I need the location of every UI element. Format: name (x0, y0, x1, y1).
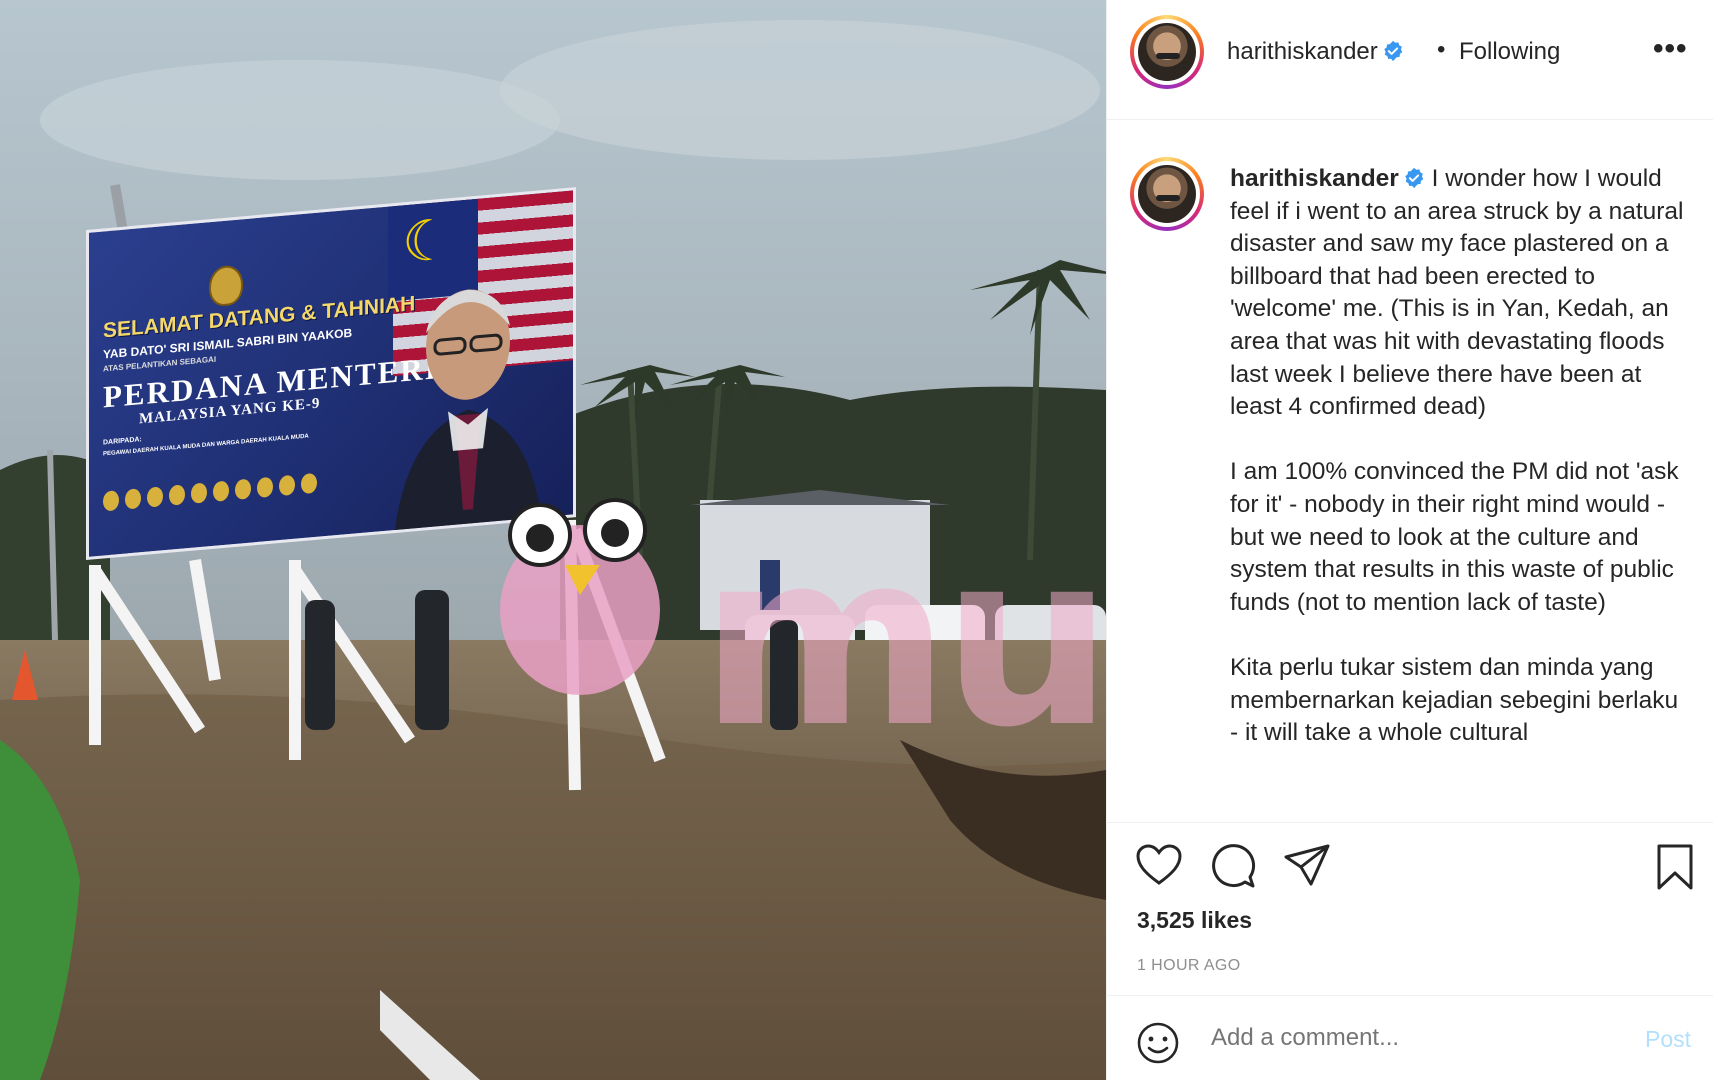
crest-icon (209, 264, 243, 308)
timestamp[interactable]: 1 HOUR AGO (1137, 957, 1241, 975)
post-comment-button[interactable]: Post (1645, 1026, 1691, 1053)
caption-text: harithiskander I wonder how I would feel… (1230, 163, 1685, 750)
billboard-logos (103, 472, 317, 512)
username-link[interactable]: harithiskander (1227, 38, 1404, 66)
more-options-icon[interactable]: ••• (1653, 32, 1688, 66)
comment-icon[interactable] (1209, 842, 1257, 890)
post-actions: 3,525 likes 1 HOUR AGO Post (1107, 822, 1713, 1080)
verified-badge-icon (1405, 167, 1424, 189)
emoji-icon[interactable] (1136, 1021, 1180, 1065)
caption-avatar[interactable] (1130, 157, 1204, 231)
separator-dot: • (1437, 36, 1446, 63)
watermark-text: murai (700, 500, 1106, 780)
following-button[interactable]: Following (1459, 38, 1560, 66)
caption-area: harithiskander I wonder how I would feel… (1107, 121, 1713, 821)
heart-icon[interactable] (1135, 843, 1183, 887)
post-header: harithiskander • Following ••• (1107, 0, 1713, 120)
billboard-line6: DARIPADA: (103, 436, 142, 447)
comment-input[interactable] (1211, 1024, 1591, 1052)
murai-bird-logo (500, 498, 660, 695)
verified-badge-icon (1384, 40, 1403, 62)
caption-body: I wonder how I would feel if i went to a… (1230, 165, 1684, 747)
avatar[interactable] (1130, 15, 1204, 89)
post-photo[interactable]: SELAMAT DATANG & TAHNIAH YAB DATO' SRI I… (0, 0, 1106, 1080)
username-text[interactable]: harithiskander (1227, 38, 1378, 65)
caption-username-text[interactable]: harithiskander (1230, 165, 1399, 192)
share-icon[interactable] (1283, 843, 1331, 887)
comment-form: Post (1107, 995, 1713, 1080)
bookmark-icon[interactable] (1655, 843, 1695, 891)
caption-username[interactable]: harithiskander (1230, 165, 1425, 192)
likes-count[interactable]: 3,525 likes (1137, 907, 1252, 934)
post-sidebar: harithiskander • Following ••• harithisk… (1106, 0, 1713, 1080)
